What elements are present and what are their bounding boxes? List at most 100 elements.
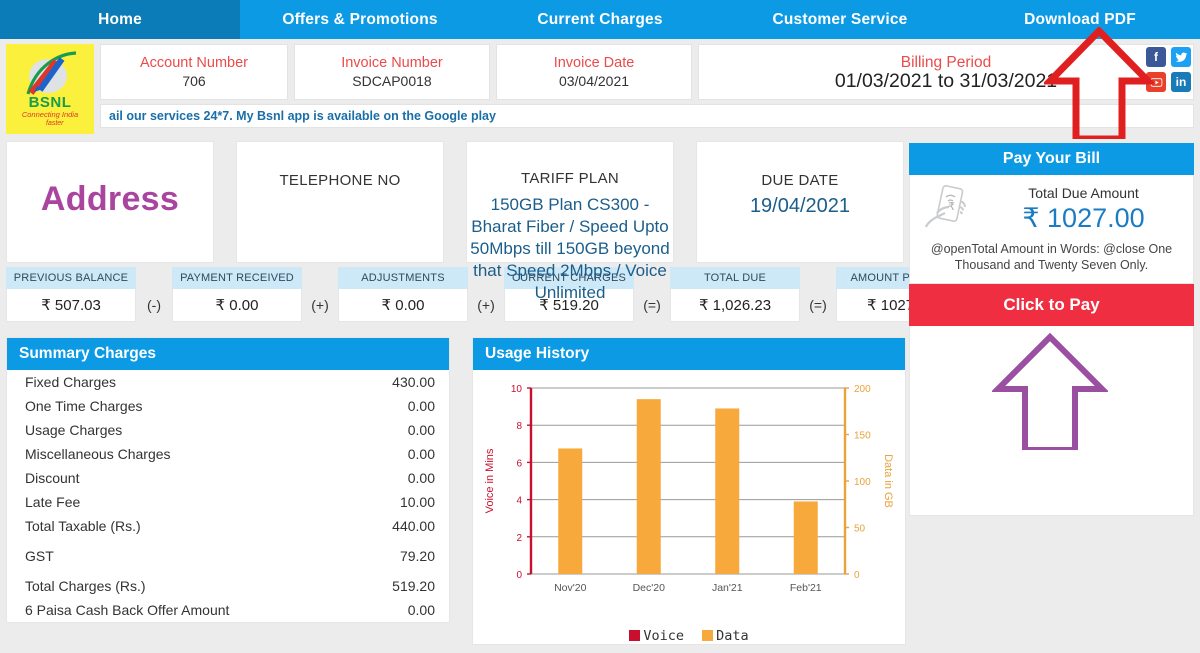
summary-row-label: 6 Paisa Cash Back Offer Amount (25, 602, 230, 618)
payment-received-label: PAYMENT RECEIVED (172, 267, 302, 289)
address-card-title: Address (40, 180, 180, 218)
payment-received-box: PAYMENT RECEIVED ₹ 0.00 (172, 267, 302, 322)
tariff-plan-card-title: TARIFF PLAN (520, 170, 620, 187)
svg-text:8: 8 (516, 421, 522, 432)
usage-history-panel: Usage History 0 2 4 6 8 10 0 50 100 150 200 Voice i… (472, 337, 906, 645)
bill-meta-row: Account Number 706 Invoice Number SDCAP0… (100, 44, 1194, 100)
table-row: GST 79.20 (7, 544, 449, 568)
operator-equals-2: (=) (809, 297, 827, 313)
bsnl-logo-tagline: Connecting India (21, 110, 79, 119)
purple-arrow-click-to-pay (992, 332, 1108, 450)
payment-received-value: ₹ 0.00 (172, 289, 302, 322)
bsnl-logo-tagline2: faster (46, 120, 64, 127)
table-row: Miscellaneous Charges 0.00 (7, 442, 449, 466)
svg-text:200: 200 (854, 384, 871, 395)
usage-history-chart: 0 2 4 6 8 10 0 50 100 150 200 Voice in Mins Data in … (473, 370, 905, 632)
main-navigation: Home Offers & Promotions Current Charges… (0, 0, 1200, 39)
svg-text:100: 100 (854, 477, 871, 488)
click-to-pay-button[interactable]: Click to Pay (909, 284, 1194, 326)
svg-text:50: 50 (854, 524, 866, 535)
summary-row-value: 0.00 (407, 398, 435, 414)
pay-amount-row: ₹ Total Due Amount ₹ 1027.00 (920, 183, 1183, 235)
twitter-bird-glyph (1175, 52, 1187, 62)
tab-download-pdf-label: Download PDF (1024, 10, 1136, 28)
invoice-date-label: Invoice Date (553, 55, 635, 71)
linkedin-icon[interactable]: in (1171, 72, 1191, 92)
table-row: Usage Charges 0.00 (7, 418, 449, 442)
summary-row-value: 79.20 (399, 548, 435, 564)
twitter-icon[interactable] (1171, 47, 1191, 67)
tab-customer-service[interactable]: Customer Service (720, 0, 960, 39)
adjustments-value: ₹ 0.00 (338, 289, 468, 322)
svg-text:6: 6 (516, 458, 522, 469)
pay-your-bill-title: Pay Your Bill (909, 143, 1194, 175)
notification-marquee-text: ail our services 24*7. My Bsnl app is av… (109, 109, 496, 123)
usage-bar-chart-svg: 0246810050100150200Voice in Mins Data in … (484, 384, 894, 594)
svg-text:0: 0 (854, 570, 860, 581)
table-row: Fixed Charges 430.00 (7, 370, 449, 394)
summary-charges-title: Summary Charges (7, 338, 449, 370)
bsnl-bill-page: Home Offers & Promotions Current Charges… (0, 0, 1200, 653)
table-row: 6 Paisa Cash Back Offer Amount 0.00 (7, 598, 449, 622)
account-number-label: Account Number (140, 55, 248, 71)
previous-balance-label: PREVIOUS BALANCE (6, 267, 136, 289)
svg-text:150: 150 (854, 431, 871, 442)
tariff-plan-card: TARIFF PLAN 150GB Plan CS300 - Bharat Fi… (466, 141, 674, 302)
bill-header: BSNL Connecting India faster Account Num… (0, 39, 1200, 138)
summary-row-value: 430.00 (392, 374, 435, 390)
svg-text:Voice in Mins: Voice in Mins (484, 448, 496, 513)
summary-row-value: 0.00 (407, 470, 435, 486)
telephone-card: TELEPHONE NO (236, 141, 444, 263)
svg-text:Feb'21: Feb'21 (790, 582, 822, 594)
total-due-label: TOTAL DUE (670, 267, 800, 289)
red-arrow-download-pdf (1044, 27, 1154, 139)
due-date-card-value: 19/04/2021 (749, 195, 851, 217)
account-number-value: 706 (182, 73, 206, 89)
summary-row-value: 519.20 (392, 578, 435, 594)
total-due-amount-value: ₹ 1027.00 (1022, 202, 1145, 233)
tab-customer-service-label: Customer Service (772, 10, 908, 28)
tariff-plan-card-value: 150GB Plan CS300 - Bharat Fiber / Speed … (470, 195, 670, 302)
pay-your-bill-body: ₹ Total Due Amount ₹ 1027.00 @openTotal … (909, 175, 1194, 284)
table-row: Late Fee 10.00 (7, 490, 449, 514)
table-row: Total Charges (Rs.) 519.20 (7, 574, 449, 598)
summary-row-label: Total Taxable (Rs.) (25, 518, 141, 534)
tab-current-charges[interactable]: Current Charges (480, 0, 720, 39)
telephone-card-title: TELEPHONE NO (279, 172, 401, 189)
pay-amount-block: Total Due Amount ₹ 1027.00 (984, 185, 1183, 234)
adjustments-box: ADJUSTMENTS ₹ 0.00 (338, 267, 468, 322)
summary-row-label: Fixed Charges (25, 374, 117, 390)
account-number-cell: Account Number 706 (100, 44, 288, 100)
svg-text:2: 2 (516, 533, 522, 544)
svg-text:Data in GB: Data in GB (882, 454, 894, 508)
total-due-value: ₹ 1,026.23 (670, 289, 800, 322)
mobile-payment-icon: ₹ (924, 185, 966, 228)
svg-text:10: 10 (511, 384, 523, 395)
tab-home[interactable]: Home (0, 0, 240, 39)
summary-row-value: 10.00 (399, 494, 435, 510)
svg-text:0: 0 (516, 570, 522, 581)
svg-text:Dec'20: Dec'20 (633, 582, 666, 594)
summary-row-label: One Time Charges (25, 398, 143, 414)
tab-home-label: Home (98, 10, 142, 28)
due-date-card: DUE DATE 19/04/2021 (696, 141, 904, 263)
svg-text:Jan'21: Jan'21 (712, 582, 743, 594)
svg-text:4: 4 (516, 496, 522, 507)
notification-marquee: ail our services 24*7. My Bsnl app is av… (100, 104, 1194, 128)
amount-in-words: @openTotal Amount in Words: @close One T… (930, 242, 1173, 272)
billing-period-value: 01/03/2021 to 31/03/2021 (834, 72, 1058, 90)
summary-row-value: 440.00 (392, 518, 435, 534)
previous-balance-value: ₹ 507.03 (6, 289, 136, 322)
total-due-amount-label: Total Due Amount (1028, 184, 1139, 201)
summary-charges-panel: Summary Charges Fixed Charges 430.00 One… (6, 337, 450, 623)
invoice-number-cell: Invoice Number SDCAP0018 (294, 44, 490, 100)
bsnl-logo-text: BSNL (28, 94, 72, 111)
usage-history-title: Usage History (473, 338, 905, 370)
table-row: Discount 0.00 (7, 466, 449, 490)
summary-row-label: GST (25, 548, 54, 564)
summary-row-label: Late Fee (25, 494, 81, 510)
summary-row-label: Total Charges (Rs.) (25, 578, 146, 594)
tab-offers-promotions[interactable]: Offers & Promotions (240, 0, 480, 39)
invoice-date-cell: Invoice Date 03/04/2021 (496, 44, 692, 100)
summary-row-label: Usage Charges (25, 422, 123, 438)
